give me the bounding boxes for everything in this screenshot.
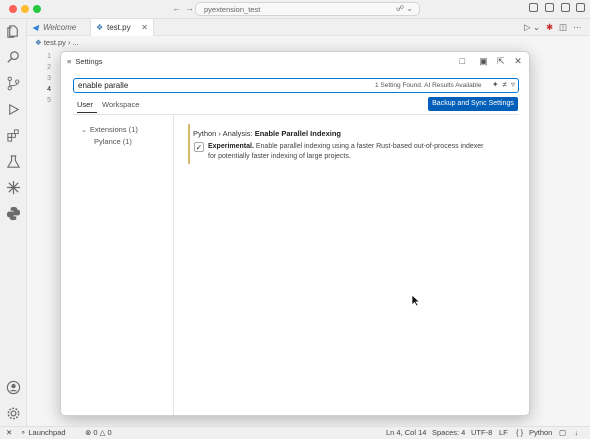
mouse-cursor-icon [411,294,420,307]
search-actions: ✦ ≠ ▿ [488,80,515,89]
explorer-icon[interactable] [6,24,21,39]
toc-item-pylance[interactable]: Pylance (1) [94,137,132,146]
forward-arrow-icon[interactable]: → [185,3,194,13]
close-modal-icon[interactable]: ✕ [513,56,523,66]
toc-item-extensions[interactable]: ⌄ Extensions (1) [81,125,138,134]
setting-enable-parallel-indexing: Python › Analysis: Enable Parallel Index… [188,124,508,164]
tab-workspace[interactable]: Workspace [102,100,139,109]
cursor-position[interactable]: Ln 4, Col 14 [386,428,426,437]
modified-indicator [188,124,190,164]
notifications-icon[interactable]: ♩ [575,428,583,437]
settings-modal: ≡ Settings □ ▣ ⇱ ✕ enable paralle 1 Setti… [60,51,530,416]
feedback-icon[interactable]: ▢ [559,428,566,437]
settings-equalizer-icon: ≡ [67,57,72,66]
tab-label: Welcome [43,23,77,32]
extensions-icon[interactable] [6,128,21,143]
copilot-icon[interactable]: ☍ ⌄ [396,4,413,13]
clear-filter-icon[interactable]: ≠ [503,80,507,89]
settings-toc: ⌄ Extensions (1) Pylance (1) [73,115,174,415]
toggle-secondary-sidebar-icon[interactable] [561,3,570,12]
encoding[interactable]: UTF-8 [471,428,492,437]
close-icon[interactable]: ✕ [141,19,148,36]
modal-toolbar: □ ▣ ⇱ ✕ [452,56,523,66]
gear-icon[interactable] [6,406,21,421]
ai-debug-icon[interactable]: ✱ [546,22,553,33]
toggle-panel-icon[interactable] [545,3,554,12]
tab-user[interactable]: User [77,100,93,109]
setting-title: Python › Analysis: Enable Parallel Index… [193,129,341,138]
python-file-icon: ❖ [96,23,104,32]
fullscreen-icon[interactable]: ⇱ [496,56,506,66]
tab-bar: ◀ Welcome ❖ test.py ✕ ▷ ⌄ ✱ ◫ ⋯ [27,19,590,36]
settings-search-input[interactable]: enable paralle 1 Setting Found. AI Resul… [73,78,519,93]
language-mode[interactable]: Python [529,428,552,437]
ai-sparkle-icon[interactable] [6,180,21,195]
minimize-window-button[interactable] [21,5,29,13]
open-settings-json-icon[interactable]: □ [457,56,467,66]
setting-checkbox[interactable]: ✓ [194,142,204,152]
split-editor-icon[interactable]: ◫ [559,22,567,33]
remote-icon[interactable]: ✕ [6,428,12,437]
maximize-window-button[interactable] [33,5,41,13]
run-python-icon[interactable]: ▷ ⌄ [524,22,540,33]
run-debug-icon[interactable] [6,102,21,117]
title-bar: ← → pyextension_test ☍ ⌄ [0,0,590,19]
problems-item[interactable]: ⊗ 0 △ 0 [85,428,112,437]
command-center[interactable]: pyextension_test ☍ ⌄ [195,2,420,16]
more-actions-icon[interactable]: ⋯ [573,22,582,33]
search-icon[interactable] [6,50,21,65]
active-tab-indicator [77,112,97,113]
tab-welcome[interactable]: ◀ Welcome [27,19,91,36]
vscode-logo-icon: ◀ [32,23,39,32]
filter-icon[interactable]: ▿ [511,80,515,89]
testing-icon[interactable] [6,154,21,169]
customize-layout-icon[interactable] [576,3,585,12]
setting-description: Experimental. Enable parallel indexing u… [208,143,484,160]
command-center-label: pyextension_test [204,5,261,14]
tab-test-py[interactable]: ❖ test.py ✕ [91,19,154,36]
close-window-button[interactable] [9,5,17,13]
settings-title: ≡ Settings [67,57,103,66]
search-value: enable paralle [78,81,129,90]
tab-label: test.py [107,23,131,32]
launchpad-item[interactable]: ⚬ Launchpad [20,428,66,437]
search-result-count: 1 Setting Found. AI Results Available [375,82,482,89]
back-arrow-icon[interactable]: ← [172,3,181,13]
backup-sync-button[interactable]: Backup and Sync Settings [428,97,518,111]
line-ending[interactable]: LF [499,428,508,437]
python-icon[interactable] [6,206,21,221]
toggle-sidebar-icon[interactable] [529,3,538,12]
language-brackets-icon: { } [516,428,524,437]
open-in-editor-icon[interactable]: ▣ [479,56,489,66]
ai-results-icon[interactable]: ✦ [492,80,499,89]
status-bar: ✕ ⚬ Launchpad ⊗ 0 △ 0 Ln 4, Col 14 Space… [0,426,590,439]
source-control-icon[interactable] [6,76,21,91]
chevron-down-icon: ⌄ [81,127,87,134]
activity-bar [0,19,27,426]
account-icon[interactable] [6,380,21,395]
indentation[interactable]: Spaces: 4 [432,428,465,437]
